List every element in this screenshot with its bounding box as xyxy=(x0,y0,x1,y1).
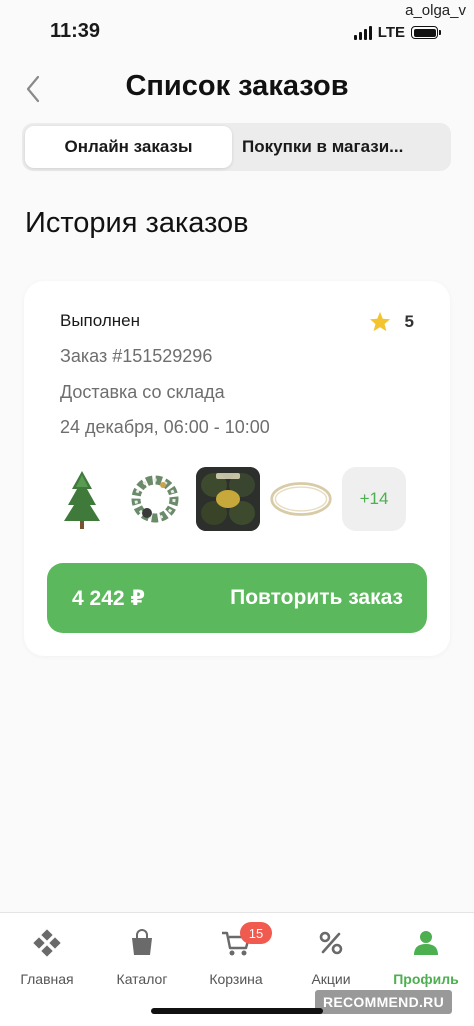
nav-label-promos: Акции xyxy=(311,971,351,987)
repeat-order-label: Повторить заказ xyxy=(230,586,403,609)
order-delivery-time: 24 декабря, 06:00 - 10:00 xyxy=(60,417,270,437)
order-rating: 5 xyxy=(369,311,414,332)
nav-item-profile[interactable]: Профиль xyxy=(382,925,470,987)
order-total: 4 242 ₽ xyxy=(72,586,145,610)
network-type: LTE xyxy=(377,24,405,41)
tab-store-purchases[interactable]: Покупки в магази... xyxy=(232,126,448,168)
app-screen: 11:39 a_olga_v LTE Список заказов Онлайн… xyxy=(0,0,474,1026)
watermark-brand: RECOMMEND.RU xyxy=(314,990,452,1014)
rating-value: 5 xyxy=(404,311,414,331)
profile-icon xyxy=(408,925,444,961)
percent-icon xyxy=(313,925,349,961)
battery-icon xyxy=(411,26,441,39)
tab-online-orders[interactable]: Онлайн заказы xyxy=(25,126,232,168)
home-diamonds-icon xyxy=(29,925,65,961)
order-type-tabs: Онлайн заказы Покупки в магази... xyxy=(22,123,451,171)
order-number: Заказ #151529296 xyxy=(60,346,213,366)
star-icon xyxy=(369,311,390,332)
signal-icon xyxy=(353,25,372,40)
product-thumb-wreath[interactable] xyxy=(123,467,187,531)
nav-label-profile: Профиль xyxy=(393,971,459,987)
bag-icon xyxy=(124,925,160,961)
order-delivery-type: Доставка со склада xyxy=(60,382,225,402)
product-thumb-avocado-pack[interactable] xyxy=(196,467,260,531)
status-indicators: LTE xyxy=(353,24,441,41)
cart-count-badge: 15 xyxy=(240,922,272,944)
order-status: Выполнен xyxy=(60,311,140,330)
nav-label-home: Главная xyxy=(20,971,74,987)
product-thumb-light-garland[interactable] xyxy=(269,467,333,531)
more-items-badge[interactable]: +14 xyxy=(342,467,406,531)
nav-label-catalog: Каталог xyxy=(116,971,168,987)
nav-item-promos[interactable]: Акции xyxy=(287,925,375,987)
section-title: История заказов xyxy=(25,207,249,239)
nav-item-cart[interactable]: 15 Корзина xyxy=(192,922,280,987)
watermark-username: a_olga_v xyxy=(405,2,466,19)
page-title: Список заказов xyxy=(125,70,349,102)
order-items: +14 xyxy=(50,467,406,531)
repeat-order-button[interactable]: 4 242 ₽ Повторить заказ xyxy=(47,563,427,633)
nav-item-catalog[interactable]: Каталог xyxy=(98,925,186,987)
cart-icon: 15 xyxy=(218,922,272,961)
home-indicator xyxy=(151,1008,323,1014)
nav-label-cart: Корзина xyxy=(209,971,263,987)
product-thumb-christmas-tree[interactable] xyxy=(50,467,114,531)
order-card[interactable]: Выполнен 5 Заказ #151529296 Доставка со … xyxy=(24,281,450,656)
nav-item-home[interactable]: Главная xyxy=(3,925,91,987)
status-time: 11:39 xyxy=(50,20,101,42)
